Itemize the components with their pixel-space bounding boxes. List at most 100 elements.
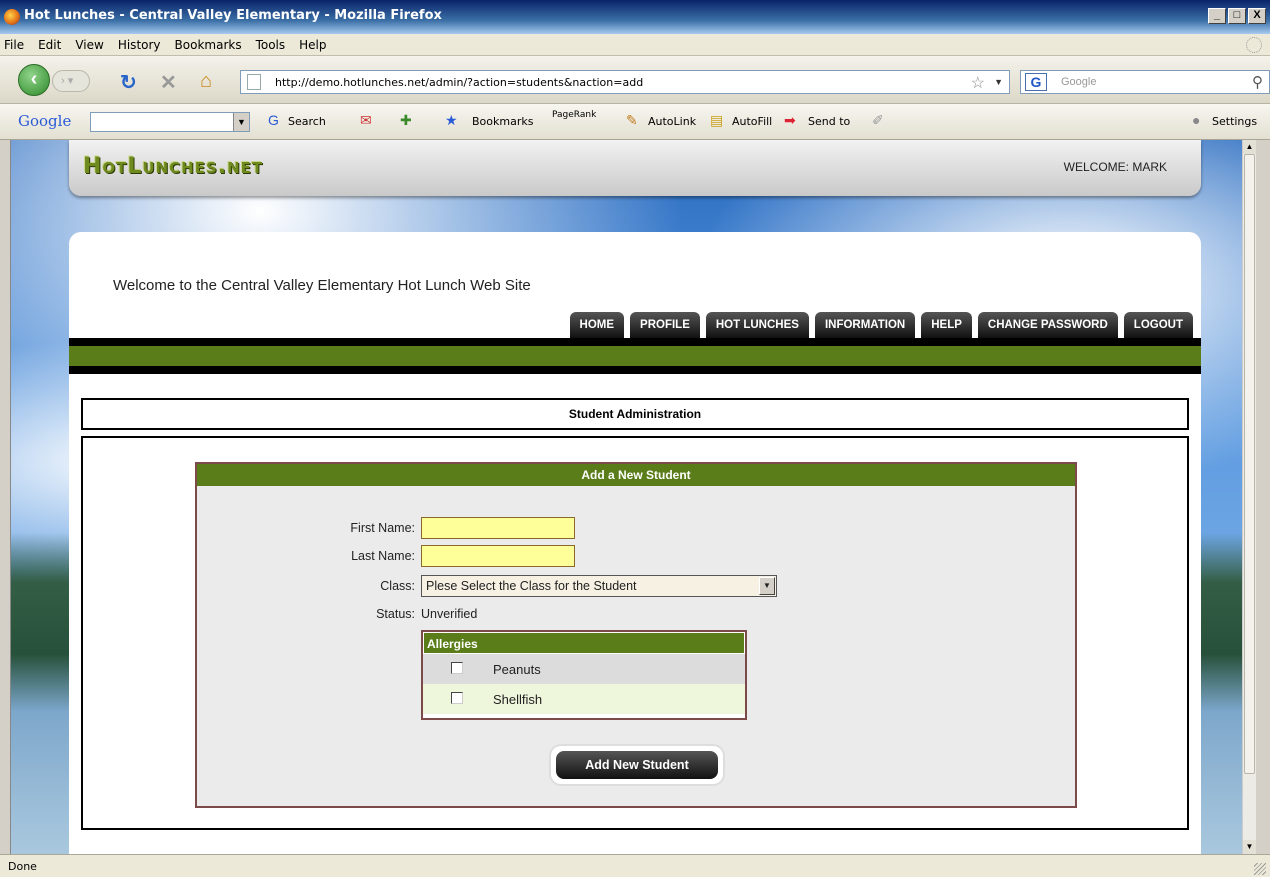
scrollbar-thumb[interactable] [1244, 154, 1255, 774]
google-search-button[interactable]: Search [288, 115, 326, 128]
stop-icon[interactable]: ✕ [160, 70, 177, 95]
class-label: Class: [380, 579, 415, 593]
google-toolbar: Google ▼ G Search ✉ ✚ ★ Bookmarks PageRa… [0, 104, 1270, 140]
url-dropdown-icon[interactable]: ▼ [994, 77, 1003, 87]
back-button[interactable]: ‹ [18, 64, 50, 96]
tab-information[interactable]: INFORMATION [814, 312, 916, 338]
tab-logout[interactable]: LOGOUT [1123, 312, 1193, 338]
welcome-user-text: WELCOME: MARK [1063, 160, 1167, 174]
main-panel: Welcome to the Central Valley Elementary… [69, 232, 1201, 854]
menu-view[interactable]: View [75, 38, 103, 52]
puzzle-icon[interactable]: ✚ [400, 112, 412, 129]
peanuts-label: Peanuts [493, 662, 541, 677]
menu-file[interactable]: File [4, 38, 24, 52]
google-g-icon: G [268, 112, 279, 128]
status-text: Done [8, 860, 37, 873]
autolink-icon[interactable]: ✎ [626, 112, 638, 129]
autofill-icon[interactable]: ▤ [710, 112, 723, 129]
close-button[interactable]: X [1248, 8, 1266, 24]
minimize-button[interactable]: _ [1208, 8, 1226, 24]
class-select[interactable]: Plese Select the Class for the Student ▼ [421, 575, 777, 597]
search-icon[interactable]: ⚲ [1252, 73, 1263, 91]
section-title: Student Administration [81, 398, 1189, 430]
send-to-icon[interactable]: ➡ [784, 112, 796, 129]
last-name-row: Last Name: [197, 544, 1077, 568]
form-title: Add a New Student [197, 464, 1075, 486]
site-greeting: Welcome to the Central Valley Elementary… [113, 277, 531, 294]
search-box[interactable]: G Google ⚲ [1020, 70, 1270, 94]
status-bar: Done [0, 854, 1270, 877]
chevron-down-icon[interactable]: ▼ [233, 113, 249, 131]
bookmark-star-icon[interactable]: ★ [445, 112, 458, 129]
send-to-button[interactable]: Send to [808, 115, 850, 128]
google-toolbar-search-input[interactable]: ▼ [90, 112, 250, 132]
vertical-scrollbar[interactable]: ▲ ▼ [1242, 140, 1256, 854]
page-viewport: HotLunches.net WELCOME: MARK Welcome to … [10, 140, 1256, 854]
firefox-icon [4, 9, 20, 25]
menu-history[interactable]: History [118, 38, 161, 52]
settings-icon[interactable]: ● [1192, 112, 1200, 128]
popup-blocker-icon[interactable]: ✉ [360, 112, 372, 129]
autofill-button[interactable]: AutoFill [732, 115, 772, 128]
first-name-label: First Name: [350, 521, 415, 535]
tab-profile[interactable]: PROFILE [630, 312, 700, 338]
add-student-form: Add a New Student First Name: Last Name:… [195, 462, 1077, 808]
shellfish-label: Shellfish [493, 692, 543, 707]
menu-help[interactable]: Help [299, 38, 326, 52]
allergy-row-shellfish: Shellfish [423, 684, 745, 714]
tab-hot-lunches[interactable]: HOT LUNCHES [705, 312, 809, 338]
google-settings-button[interactable]: Settings [1212, 115, 1257, 128]
navigation-toolbar: ‹ › ▾ ↻ ✕ ⌂ http://demo.hotlunches.net/a… [0, 56, 1270, 104]
autolink-button[interactable]: AutoLink [648, 115, 696, 128]
tab-home[interactable]: HOME [569, 312, 625, 338]
reload-icon[interactable]: ↻ [120, 70, 137, 95]
class-row: Class: Plese Select the Class for the St… [197, 574, 1077, 598]
last-name-input[interactable] [421, 545, 575, 567]
last-name-label: Last Name: [351, 549, 415, 563]
site-header: HotLunches.net WELCOME: MARK [69, 140, 1201, 196]
add-new-student-button[interactable]: Add New Student [556, 751, 718, 779]
allergies-header: Allergies [423, 632, 745, 654]
class-select-value: Plese Select the Class for the Student [426, 579, 637, 593]
status-value: Unverified [421, 607, 478, 621]
shellfish-checkbox[interactable] [451, 692, 463, 704]
tab-help[interactable]: HELP [921, 312, 972, 338]
maximize-button[interactable]: □ [1228, 8, 1246, 24]
menu-tools[interactable]: Tools [256, 38, 286, 52]
url-bar[interactable]: http://demo.hotlunches.net/admin/?action… [240, 70, 1010, 94]
home-icon[interactable]: ⌂ [200, 70, 212, 93]
tab-change-password[interactable]: CHANGE PASSWORD [977, 312, 1118, 338]
menu-bookmarks[interactable]: Bookmarks [175, 38, 242, 52]
search-placeholder: Google [1061, 76, 1097, 88]
admin-content: Add a New Student First Name: Last Name:… [81, 436, 1189, 830]
status-row: Status: Unverified [197, 602, 1077, 626]
allergies-table: Allergies Peanuts Shellfish [421, 630, 747, 720]
add-new-student-button-frame: Add New Student [551, 746, 723, 784]
url-text: http://demo.hotlunches.net/admin/?action… [275, 76, 644, 89]
window-title-bar: Hot Lunches - Central Valley Elementary … [0, 0, 1270, 34]
status-label: Status: [376, 607, 415, 621]
allergy-row-peanuts: Peanuts [423, 654, 745, 684]
chevron-down-icon[interactable]: ▼ [759, 577, 775, 595]
page-icon [247, 74, 261, 90]
menu-bar: File Edit View History Bookmarks Tools H… [0, 34, 1270, 56]
main-nav-tabs: HOME PROFILE HOT LUNCHES INFORMATION HEL… [569, 312, 1193, 338]
site-logo[interactable]: HotLunches.net [83, 154, 263, 179]
throbber-icon [1246, 37, 1262, 53]
forward-button[interactable]: › ▾ [52, 70, 90, 92]
highlighter-icon[interactable]: ✐ [872, 112, 884, 129]
first-name-row: First Name: [197, 516, 1077, 540]
google-bookmarks-button[interactable]: Bookmarks [472, 115, 533, 128]
scroll-down-icon[interactable]: ▼ [1243, 840, 1256, 854]
bookmark-star-icon[interactable]: ☆ [971, 73, 985, 93]
google-engine-icon[interactable]: G [1025, 73, 1047, 91]
window-title: Hot Lunches - Central Valley Elementary … [24, 8, 442, 23]
google-logo: Google [18, 112, 72, 130]
nav-underline-bar [69, 338, 1201, 374]
menu-edit[interactable]: Edit [38, 38, 61, 52]
resize-grip-icon[interactable] [1254, 863, 1266, 875]
first-name-input[interactable] [421, 517, 575, 539]
pagerank-indicator[interactable]: PageRank [552, 110, 596, 120]
peanuts-checkbox[interactable] [451, 662, 463, 674]
scroll-up-icon[interactable]: ▲ [1243, 140, 1256, 154]
